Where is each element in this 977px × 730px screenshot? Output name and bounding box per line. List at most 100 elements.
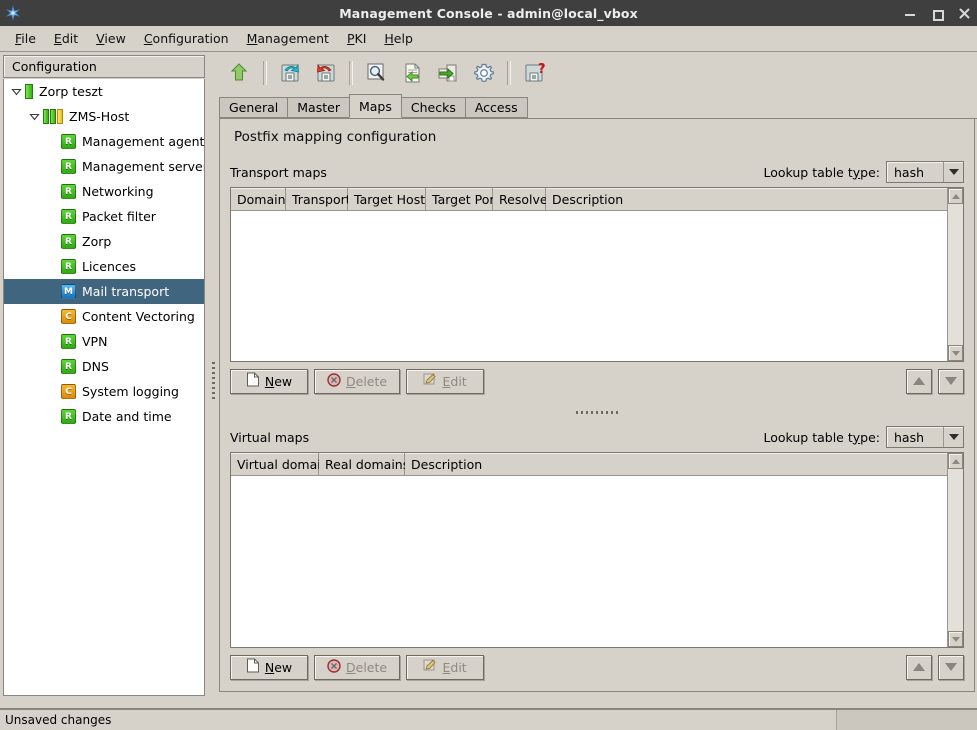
sidebar-item-packet-filter[interactable]: R Packet filter [4,204,204,229]
transport-column-header[interactable]: Resolve [493,188,548,210]
menu-configuration[interactable]: Configuration [135,28,238,49]
menu-view[interactable]: View [87,28,135,49]
search-icon[interactable] [359,56,393,90]
menu-pki[interactable]: PKI [338,28,375,49]
menu-edit[interactable]: Edit [45,28,87,49]
badge-letter: R [61,159,76,174]
scroll-track[interactable] [948,204,963,345]
virtual-maps-table[interactable]: Virtual domain Real domains Description [230,452,964,648]
transport-table-scrollbar[interactable] [947,188,963,361]
badge-letter: R [61,359,76,374]
virtual-button-row: New Delete Edit [230,654,964,680]
expander-icon[interactable] [10,85,23,98]
new-document-icon [246,372,260,390]
virtual-move-down-button[interactable] [938,654,964,680]
transport-move-up-button[interactable] [906,368,932,394]
sidebar-item-content-vectoring[interactable]: C Content Vectoring [4,304,204,329]
transport-lookup-select[interactable]: hash [886,161,964,183]
sidebar-item-label: Content Vectoring [82,309,195,324]
sidebar-item-label: ZMS-Host [69,109,130,124]
virtual-column-header[interactable]: Real domains [319,453,409,475]
virtual-move-up-button[interactable] [906,654,932,680]
scroll-down-icon[interactable] [948,345,963,361]
minimize-button[interactable] [904,7,917,20]
scroll-up-icon-2[interactable] [948,453,963,469]
virtual-table-body[interactable] [231,476,947,647]
sidebar-item-mail-transport[interactable]: M Mail transport [4,279,204,304]
virtual-edit-label: Edit [442,659,467,675]
upload-up-icon[interactable] [223,56,257,90]
transport-new-button[interactable]: New [230,368,308,394]
expander-icon[interactable] [28,110,41,123]
tab-label: Maps [358,98,392,114]
menu-help[interactable]: Help [375,28,422,49]
transport-column-header[interactable]: Target Port [426,188,499,210]
transport-maps-title: Transport maps [230,164,327,180]
close-button[interactable] [958,7,971,20]
sidebar-item-label: Date and time [82,409,172,424]
transport-move-down-button[interactable] [938,368,964,394]
transport-column-header[interactable]: Domain [231,188,286,210]
delete-icon [327,372,341,390]
tab-master[interactable]: Master [287,97,350,118]
virtual-lookup-select[interactable]: hash [886,426,964,448]
sidebar-item-dns[interactable]: R DNS [4,354,204,379]
virtual-delete-button[interactable]: Delete [314,654,401,680]
sidebar-item-zorp[interactable]: R Zorp [4,229,204,254]
document-export-icon[interactable] [431,56,465,90]
sidebar-item-date-and-time[interactable]: R Date and time [4,404,204,429]
maximize-button[interactable] [931,7,944,21]
sidebar-item-label: Licences [82,259,136,274]
save-question-icon[interactable]: ? [517,56,551,90]
transport-column-header[interactable]: Transport [286,188,351,210]
document-import-icon[interactable] [395,56,429,90]
save-cyan-icon[interactable] [273,56,307,90]
tab-general[interactable]: General [219,97,289,118]
sidebar-item-label: VPN [82,334,108,349]
virtual-edit-button[interactable]: Edit [406,654,485,680]
virtual-table-scrollbar[interactable] [947,453,963,647]
sidebar-item-licences[interactable]: R Licences [4,254,204,279]
scroll-down-icon-2[interactable] [948,631,963,647]
sidebar-item-label: Zorp teszt [39,84,103,99]
virtual-column-header[interactable]: Virtual domain [231,453,329,475]
virtual-new-button[interactable]: New [230,654,308,680]
r-badge-icon: R [61,134,76,149]
star-icon [0,0,26,26]
menu-file-rest: ile [21,31,36,46]
tab-access[interactable]: Access [464,97,528,118]
sidebar-item-zms-host[interactable]: ZMS-Host [4,104,204,129]
transport-column-header[interactable]: Description [546,188,947,210]
sidebar-item-management-agents[interactable]: R Management agents [4,129,204,154]
transport-edit-button[interactable]: Edit [406,368,485,394]
tab-checks[interactable]: Checks [400,97,466,118]
configuration-tree[interactable]: Zorp teszt ZMS-Host R Management agents R Man… [3,79,205,696]
sidebar-item-management-server[interactable]: R Management server [4,154,204,179]
edit-pencil-icon-2 [423,659,437,676]
menu-file[interactable]: File [6,28,45,49]
sidebar-item-vpn[interactable]: R VPN [4,329,204,354]
sidebar-item-zorp-teszt[interactable]: Zorp teszt [4,79,204,104]
gear-icon[interactable] [467,56,501,90]
scroll-track-2[interactable] [948,469,963,631]
toolbar-separator [263,61,267,85]
scroll-up-icon[interactable] [948,188,963,204]
transport-maps-table[interactable]: Domain Transport Target Host Target Port Res… [230,187,964,362]
sidebar-item-networking[interactable]: R Networking [4,179,204,204]
edit-pencil-icon [423,373,437,390]
r-badge-icon: R [61,359,76,374]
transport-column-header[interactable]: Target Host [348,188,426,210]
save-red-icon[interactable] [309,56,343,90]
sidebar-item-system-logging[interactable]: C System logging [4,379,204,404]
badge-letter: R [61,409,76,424]
transport-delete-button[interactable]: Delete [314,368,401,394]
column-header-label: Real domains [325,456,410,472]
menu-management[interactable]: Management [238,28,338,49]
virtual-column-header[interactable]: Description [405,453,947,475]
horizontal-splitter[interactable] [230,407,964,417]
transport-table-body[interactable] [231,211,947,361]
tab-maps[interactable]: Maps [348,94,402,118]
